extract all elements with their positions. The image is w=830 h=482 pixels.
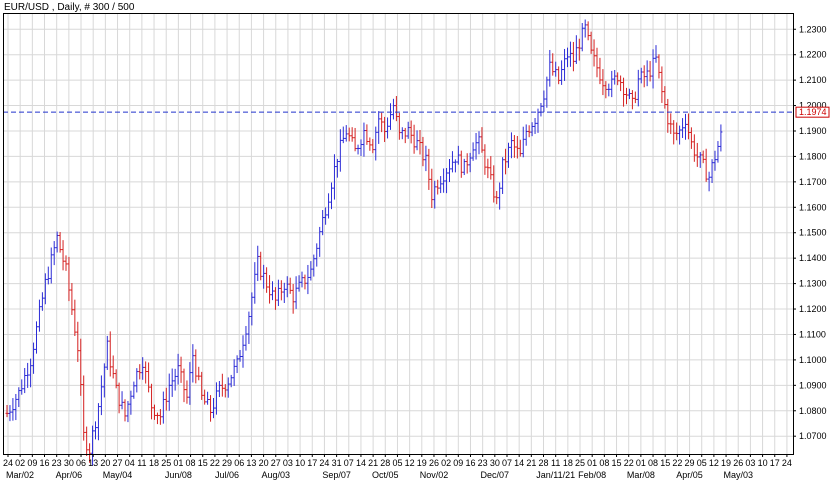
x-day-label: 24 [319,458,329,468]
x-day-label: 27 [113,458,123,468]
x-day-label: 20 [100,458,110,468]
y-tick-label: 1.1700 [799,177,827,187]
y-tick-label: 1.2200 [799,50,827,60]
x-day-label: 05 [392,458,402,468]
x-day-label: 02 [441,458,451,468]
x-month-label: Apr/06 [56,470,83,480]
x-day-label: 24 [782,458,792,468]
x-month-label: Jun/08 [165,470,192,480]
x-month-label: Jul/06 [215,470,239,480]
x-day-label: 23 [478,458,488,468]
x-day-label: 22 [672,458,682,468]
x-day-label: 25 [575,458,585,468]
x-day-label: 03 [283,458,293,468]
x-day-label: 15 [612,458,622,468]
x-day-label: 13 [246,458,256,468]
x-day-label: 19 [721,458,731,468]
x-day-label: 07 [344,458,354,468]
x-day-label: 20 [259,458,269,468]
x-month-label: May/04 [103,470,133,480]
x-day-label: 27 [271,458,281,468]
x-day-label: 14 [356,458,366,468]
y-tick-label: 1.1900 [799,126,827,136]
x-day-label: 06 [234,458,244,468]
x-month-label: Aug/03 [261,470,290,480]
x-month-label: Sep/07 [322,470,351,480]
x-day-label: 22 [210,458,220,468]
x-day-label: 25 [161,458,171,468]
y-tick-label: 1.1800 [799,151,827,161]
x-day-label: 09 [453,458,463,468]
x-day-label: 08 [186,458,196,468]
x-day-label: 28 [538,458,548,468]
x-day-label: 02 [15,458,25,468]
x-day-label: 16 [40,458,50,468]
x-day-label: 01 [173,458,183,468]
y-tick-label: 1.2300 [799,24,827,34]
y-tick-label: 1.0800 [799,406,827,416]
x-day-label: 13 [88,458,98,468]
y-tick-label: 1.1600 [799,202,827,212]
x-day-label: 12 [709,458,719,468]
x-day-label: 05 [697,458,707,468]
y-tick-label: 1.0700 [799,431,827,441]
x-day-label: 24 [3,458,13,468]
x-month-label: Dec/07 [481,470,510,480]
x-day-label: 30 [490,458,500,468]
x-day-label: 16 [465,458,475,468]
x-day-label: 29 [222,458,232,468]
x-day-label: 06 [76,458,86,468]
x-day-label: 29 [685,458,695,468]
y-tick-label: 1.0900 [799,380,827,390]
x-day-label: 26 [733,458,743,468]
x-day-label: 11 [137,458,146,468]
x-day-label: 01 [587,458,597,468]
x-day-label: 22 [624,458,634,468]
x-day-label: 21 [526,458,536,468]
x-month-label: Jan/11/21 [536,470,575,480]
x-day-label: 15 [198,458,208,468]
x-day-label: 18 [149,458,159,468]
x-month-label: Oct/05 [372,470,399,480]
x-day-label: 08 [648,458,658,468]
y-tick-label: 1.1300 [799,279,827,289]
x-day-label: 07 [502,458,512,468]
y-tick-label: 1.2100 [799,75,827,85]
x-day-label: 11 [551,458,560,468]
x-month-label: Feb/08 [578,470,606,480]
chart-title: EUR/USD , Daily, # 300 / 500 [4,2,135,13]
x-day-label: 17 [770,458,780,468]
x-day-label: 04 [125,458,135,468]
current-price-label: 1.1974 [799,107,827,117]
x-day-label: 31 [332,458,342,468]
x-day-label: 12 [405,458,415,468]
y-tick-label: 1.1500 [799,228,827,238]
y-tick-label: 1.1400 [799,253,827,263]
y-tick-label: 1.1000 [799,355,827,365]
y-tick-label: 1.1200 [799,304,827,314]
x-day-label: 28 [380,458,390,468]
x-day-label: 19 [417,458,427,468]
x-day-label: 10 [295,458,305,468]
x-day-label: 09 [27,458,37,468]
x-month-label: Mar/08 [627,470,655,480]
x-day-label: 18 [563,458,573,468]
x-day-label: 10 [758,458,768,468]
x-day-label: 30 [64,458,74,468]
eurusd-daily-chart: 1.23001.22001.21001.20001.19001.18001.17… [0,0,830,482]
x-day-label: 21 [368,458,378,468]
x-day-label: 01 [636,458,646,468]
x-day-label: 26 [429,458,439,468]
x-month-label: Apr/05 [676,470,703,480]
x-month-label: May/03 [723,470,753,480]
y-tick-label: 1.1100 [799,329,826,339]
x-day-label: 23 [52,458,62,468]
x-month-label: Nov/02 [420,470,449,480]
x-month-label: Mar/02 [6,470,34,480]
x-day-label: 17 [307,458,317,468]
x-day-label: 14 [514,458,524,468]
x-day-label: 03 [745,458,755,468]
x-day-label: 15 [660,458,670,468]
x-day-label: 08 [599,458,609,468]
